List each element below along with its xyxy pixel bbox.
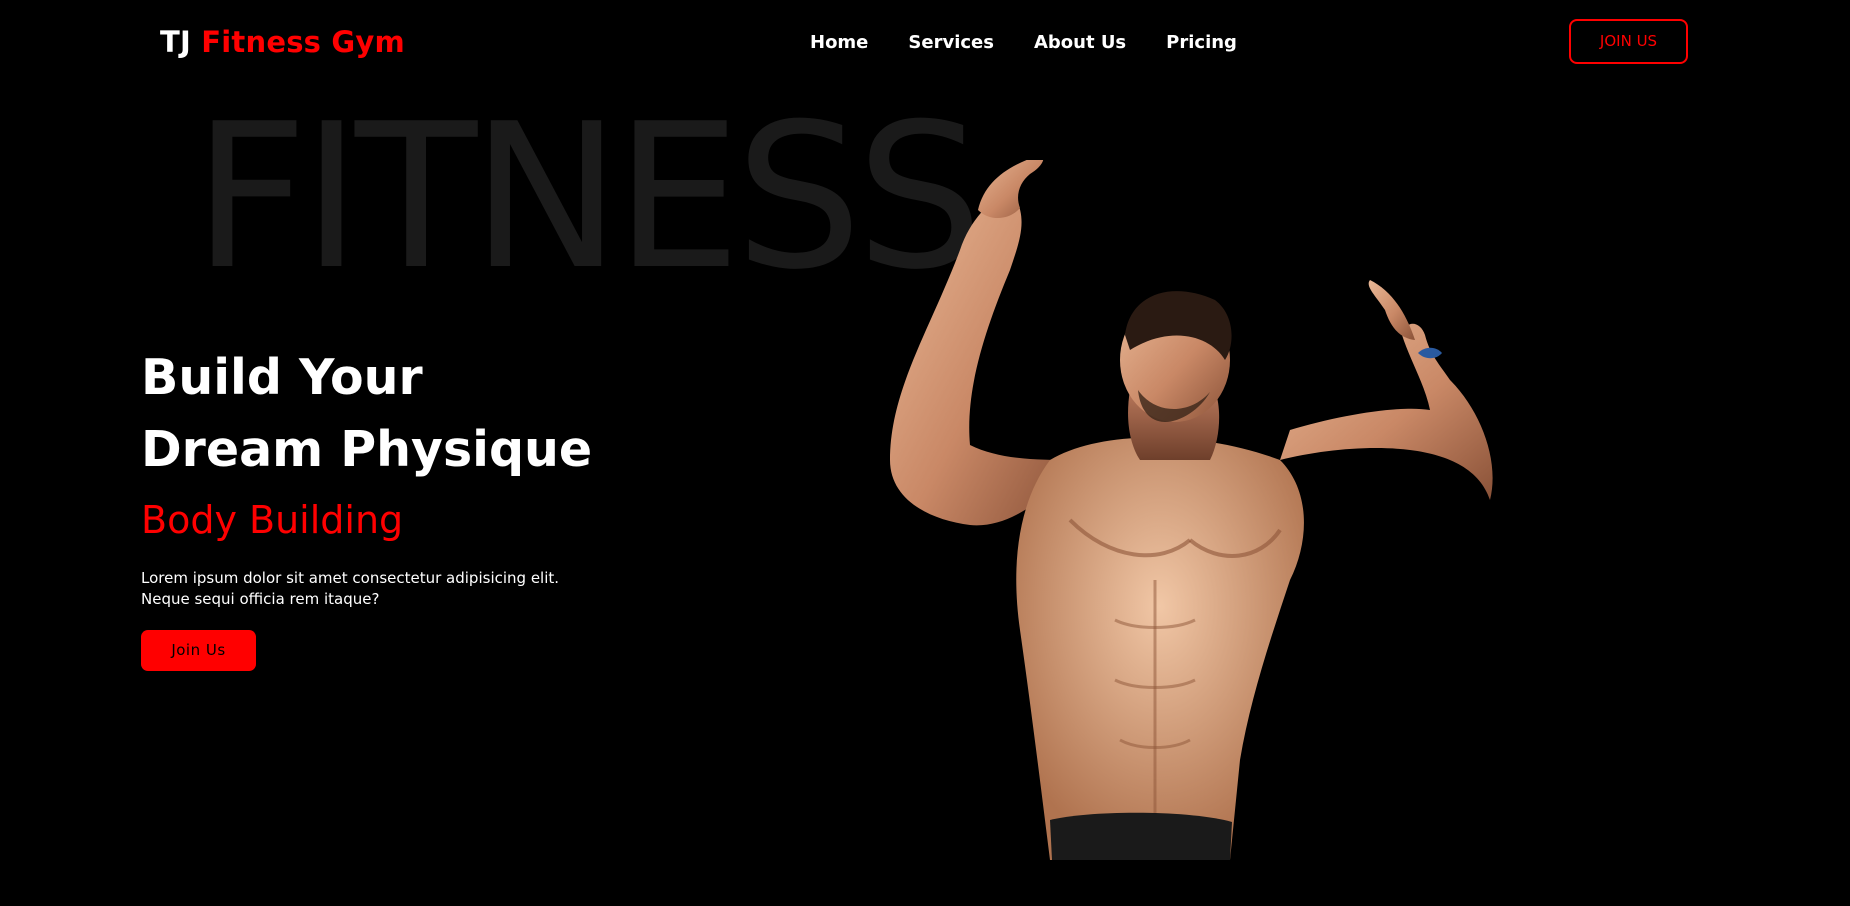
hero-title-line-1: Build Your xyxy=(141,349,423,406)
hero-description-line-1: Lorem ipsum dolor sit amet consectetur a… xyxy=(141,569,560,587)
nav-link-about-us[interactable]: About Us xyxy=(1034,32,1126,53)
hero-description: Lorem ipsum dolor sit amet consectetur a… xyxy=(141,568,561,610)
join-us-cta-button[interactable]: Join Us xyxy=(141,630,256,671)
nav-item-about: About Us xyxy=(1034,28,1126,58)
nav-item-services: Services xyxy=(908,28,994,58)
site-logo[interactable]: TJ Fitness Gym xyxy=(160,22,405,62)
main-nav: Home Services About Us Pricing xyxy=(810,28,1237,58)
join-us-header-button[interactable]: JOIN US xyxy=(1569,19,1688,64)
logo-initials: TJ xyxy=(160,25,191,59)
nav-item-pricing: Pricing xyxy=(1166,28,1237,58)
nav-item-home: Home xyxy=(810,28,868,58)
nav-link-home[interactable]: Home xyxy=(810,32,868,53)
hero-title-line-2: Dream Physique xyxy=(141,421,593,478)
background-word: FITNESS xyxy=(193,81,983,314)
hero-description-line-2: Neque sequi officia rem itaque? xyxy=(141,590,380,608)
landing-page: TJ Fitness Gym Home Services About Us Pr… xyxy=(0,0,1850,906)
bodybuilder-image xyxy=(890,160,1493,860)
nav-link-services[interactable]: Services xyxy=(908,32,994,53)
hero-subtitle: Body Building xyxy=(141,498,404,542)
hero-title: Build Your Dream Physique xyxy=(141,342,592,486)
logo-name: Fitness Gym xyxy=(201,25,405,59)
nav-link-pricing[interactable]: Pricing xyxy=(1166,32,1237,53)
